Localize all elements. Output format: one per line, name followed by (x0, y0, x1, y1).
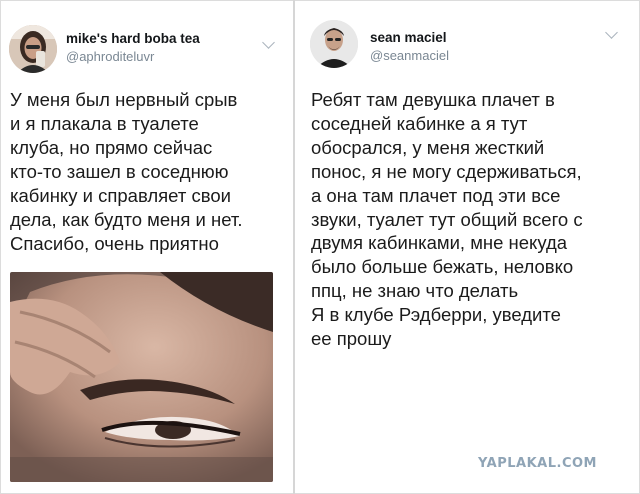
tweet-text-line: Я в клубе Рэдберри, уведите (311, 304, 561, 326)
tweet-text-line: кабинку и справляет свои (10, 185, 231, 206)
tweet-text-line: звуки, туалет тут общий всего с (311, 208, 583, 230)
display-name[interactable]: mike's hard boba tea (66, 31, 200, 46)
tweet-text-line: Ребят там девушка плачет в (311, 89, 555, 110)
tweet-text-line: клуба, но прямо сейчас (10, 137, 213, 158)
display-name[interactable]: sean maciel (370, 30, 447, 45)
chevron-down-icon[interactable] (605, 26, 618, 39)
tweet-text-line: и я плакала в туалете (10, 113, 199, 134)
tweet-text-line: ее прошу (311, 328, 392, 350)
chevron-down-icon[interactable] (262, 36, 275, 49)
tweet-text-line: Спасибо, очень приятно (10, 233, 219, 254)
tweet-photo[interactable] (10, 272, 273, 482)
user-handle[interactable]: @seanmaciel (370, 48, 449, 63)
avatar-portrait[interactable] (310, 20, 358, 68)
tweet-text-line: кто-то зашел в соседнюю (10, 161, 229, 182)
tweet-text-line: ппц, не знаю что делать (311, 280, 519, 302)
tweet-text: Ребят там девушка плачет в соседней каби… (311, 88, 583, 351)
site-watermark: YAPLAKAL.COM (478, 456, 597, 471)
tweet-text-line: соседней кабинке а я тут (311, 112, 528, 134)
tweet-text-line: дела, как будто меня и нет. (10, 209, 243, 230)
tweet-text-line: было больше бежать, неловко (311, 256, 574, 278)
avatar-selfie[interactable] (9, 25, 57, 73)
selfie-avatar-icon (9, 25, 57, 73)
crying-face-photo (10, 272, 273, 482)
tweet-text-line: двумя кабинками, мне некуда (311, 232, 568, 254)
tweet-left: mike's hard boba tea @aphroditeluvr У ме… (0, 0, 293, 494)
tweet-text-line: У меня был нервный срыв (10, 89, 238, 110)
man-portrait-avatar-icon (310, 20, 358, 68)
tweet-text-line: а она там плачет под эти все (311, 184, 561, 206)
tweet-text-line: обосрался, у меня жесткий (311, 136, 545, 158)
tweet-right: sean maciel @seanmaciel Ребят там девушк… (295, 0, 640, 494)
tweet-text: У меня был нервный срыв и я плакала в ту… (10, 88, 242, 256)
user-handle[interactable]: @aphroditeluvr (66, 49, 154, 64)
tweet-text-line: понос, я не могу сдерживаться, (311, 160, 582, 182)
